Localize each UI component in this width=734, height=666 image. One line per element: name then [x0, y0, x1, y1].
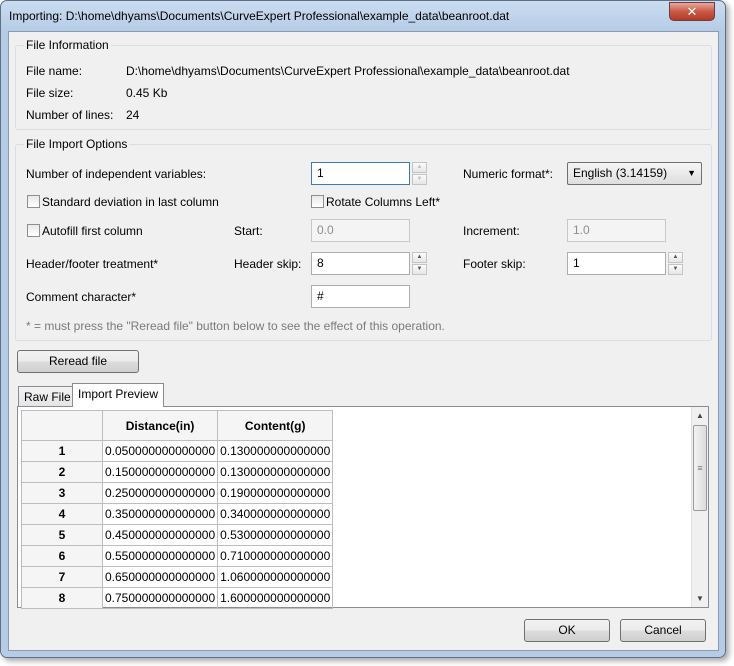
- table-row: 4 0.350000000000000 0.340000000000000: [21, 503, 334, 525]
- table-cell[interactable]: 0.350000000000000: [101, 503, 219, 525]
- tab-import-preview[interactable]: Import Preview: [72, 383, 165, 407]
- header-skip-input[interactable]: 8: [311, 252, 410, 275]
- table-cell[interactable]: 0.050000000000000: [101, 440, 219, 462]
- row-header[interactable]: 8: [21, 587, 103, 609]
- independent-variables-spinner[interactable]: ▲ ▼: [412, 162, 427, 185]
- footer-skip-input[interactable]: 1: [567, 252, 666, 275]
- header-skip-label: Header skip:: [234, 257, 302, 271]
- comment-character-input[interactable]: #: [311, 285, 410, 308]
- table-cell[interactable]: 0.130000000000000: [217, 440, 334, 462]
- column-header-distance[interactable]: Distance(in): [101, 410, 219, 441]
- scroll-down-icon[interactable]: ▼: [692, 590, 708, 607]
- rotate-columns-label: Rotate Columns Left*: [326, 195, 441, 209]
- table-cell[interactable]: 0.650000000000000: [101, 566, 219, 588]
- increment-label: Increment:: [463, 224, 520, 238]
- autofill-first-column-label: Autofill first column: [42, 224, 143, 238]
- spin-up-icon[interactable]: ▲: [412, 162, 427, 173]
- table-cell[interactable]: 0.530000000000000: [217, 524, 334, 546]
- start-input[interactable]: 0.0: [311, 219, 410, 242]
- file-size-value: 0.45 Kb: [126, 86, 168, 100]
- scroll-up-icon[interactable]: ▲: [692, 407, 708, 424]
- increment-input[interactable]: 1.0: [567, 219, 666, 242]
- table-cell[interactable]: 0.130000000000000: [217, 461, 334, 483]
- table-cell[interactable]: 0.340000000000000: [217, 503, 334, 525]
- table-cell[interactable]: 0.150000000000000: [101, 461, 219, 483]
- column-header-content[interactable]: Content(g): [217, 410, 334, 441]
- spin-down-icon[interactable]: ▼: [668, 264, 683, 275]
- vertical-scrollbar[interactable]: ▲ ≡ ▼: [691, 407, 708, 607]
- table-row: 2 0.150000000000000 0.130000000000000: [21, 461, 334, 483]
- reread-file-button[interactable]: Reread file: [17, 350, 139, 373]
- spin-up-icon[interactable]: ▲: [668, 252, 683, 263]
- footer-skip-spinner[interactable]: ▲ ▼: [668, 252, 683, 275]
- dialog-body: File Information File name: D:\home\dhya…: [8, 31, 719, 651]
- table-cell[interactable]: 1.600000000000000: [217, 587, 334, 609]
- independent-variables-label: Number of independent variables:: [26, 167, 207, 181]
- cancel-button[interactable]: Cancel: [620, 619, 706, 642]
- scroll-thumb[interactable]: ≡: [693, 425, 707, 511]
- header-skip-spinner[interactable]: ▲ ▼: [412, 252, 427, 275]
- file-name-label: File name:: [26, 64, 83, 78]
- table-header-row: Distance(in) Content(g): [21, 410, 334, 441]
- table-cell[interactable]: 0.190000000000000: [217, 482, 334, 504]
- table-cell[interactable]: 0.710000000000000: [217, 545, 334, 567]
- table-cell[interactable]: 0.750000000000000: [101, 587, 219, 609]
- row-header[interactable]: 4: [21, 503, 103, 525]
- autofill-first-column-checkbox[interactable]: [27, 224, 40, 237]
- row-header[interactable]: 5: [21, 524, 103, 546]
- ok-button[interactable]: OK: [524, 619, 610, 642]
- standard-deviation-checkbox[interactable]: [27, 195, 40, 208]
- file-name-value: D:\home\dhyams\Documents\CurveExpert Pro…: [126, 64, 570, 78]
- chevron-down-icon: ▼: [687, 168, 696, 178]
- standard-deviation-label: Standard deviation in last column: [42, 195, 219, 209]
- spin-down-icon[interactable]: ▼: [412, 174, 427, 185]
- table-cell[interactable]: 0.450000000000000: [101, 524, 219, 546]
- window-title: Importing: D:\home\dhyams\Documents\Curv…: [9, 9, 510, 23]
- file-information-group: File Information: [15, 38, 712, 130]
- close-icon: ✕: [686, 4, 698, 19]
- table-row: 3 0.250000000000000 0.190000000000000: [21, 482, 334, 504]
- reread-note: * = must press the "Reread file" button …: [26, 319, 445, 333]
- footer-skip-label: Footer skip:: [463, 257, 526, 271]
- title-bar[interactable]: Importing: D:\home\dhyams\Documents\Curv…: [1, 1, 725, 31]
- table-row: 6 0.550000000000000 0.710000000000000: [21, 545, 334, 567]
- start-label: Start:: [234, 224, 263, 238]
- tab-raw-file[interactable]: Raw File: [18, 386, 77, 407]
- import-preview-pane: Distance(in) Content(g) 1 0.0500000000000…: [17, 406, 709, 609]
- table-row: 7 0.650000000000000 1.060000000000000: [21, 566, 334, 588]
- table-row: 1 0.050000000000000 0.130000000000000: [21, 440, 334, 462]
- header-footer-treatment-label: Header/footer treatment*: [26, 257, 159, 271]
- preview-table: Distance(in) Content(g) 1 0.0500000000000…: [21, 410, 334, 609]
- row-header[interactable]: 2: [21, 461, 103, 483]
- row-header[interactable]: 3: [21, 482, 103, 504]
- table-cell[interactable]: 1.060000000000000: [217, 566, 334, 588]
- table-cell[interactable]: 0.250000000000000: [101, 482, 219, 504]
- spin-up-icon[interactable]: ▲: [412, 252, 427, 263]
- number-of-lines-value: 24: [126, 108, 140, 122]
- table-cell[interactable]: 0.550000000000000: [101, 545, 219, 567]
- table-corner: [21, 410, 103, 441]
- table-row: 8 0.750000000000000 1.600000000000000: [21, 587, 334, 609]
- file-information-title: File Information: [24, 38, 111, 52]
- row-header[interactable]: 7: [21, 566, 103, 588]
- number-of-lines-label: Number of lines:: [26, 108, 114, 122]
- rotate-columns-checkbox[interactable]: [311, 195, 324, 208]
- row-header[interactable]: 6: [21, 545, 103, 567]
- independent-variables-input[interactable]: 1: [311, 162, 410, 185]
- numeric-format-label: Numeric format*:: [463, 167, 554, 181]
- spin-down-icon[interactable]: ▼: [412, 264, 427, 275]
- numeric-format-value: English (3.14159): [573, 166, 668, 180]
- table-row: 5 0.450000000000000 0.530000000000000: [21, 524, 334, 546]
- import-dialog: Importing: D:\home\dhyams\Documents\Curv…: [0, 0, 726, 658]
- row-header[interactable]: 1: [21, 440, 103, 462]
- file-import-options-title: File Import Options: [24, 137, 130, 151]
- close-button[interactable]: ✕: [669, 2, 715, 21]
- file-size-label: File size:: [26, 86, 74, 100]
- comment-character-label: Comment character*: [26, 290, 137, 304]
- numeric-format-select[interactable]: English (3.14159) ▼: [567, 162, 702, 185]
